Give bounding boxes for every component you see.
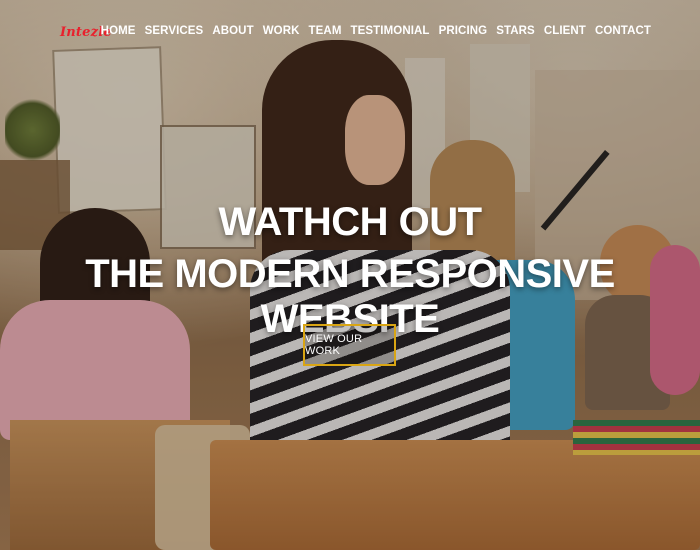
nav-client[interactable]: CLIENT [544, 25, 586, 37]
nav-services[interactable]: SERVICES [145, 25, 204, 37]
nav-work[interactable]: WORK [263, 25, 300, 37]
nav-home[interactable]: HOME [101, 25, 136, 37]
nav-testimonial[interactable]: TESTIMONIAL [351, 25, 430, 37]
nav-team[interactable]: TEAM [309, 25, 342, 37]
nav-pricing[interactable]: PRICING [439, 25, 488, 37]
nav-stars[interactable]: STARS [496, 25, 535, 37]
nav-contact[interactable]: CONTACT [595, 25, 651, 37]
main-nav: HOME SERVICES ABOUT WORK TEAM TESTIMONIA… [101, 25, 651, 37]
view-our-work-button[interactable]: VIEW OUR WORK [303, 324, 396, 366]
nav-about[interactable]: ABOUT [212, 25, 253, 37]
hero-headline-line1: WATHCH OUT [218, 200, 482, 244]
